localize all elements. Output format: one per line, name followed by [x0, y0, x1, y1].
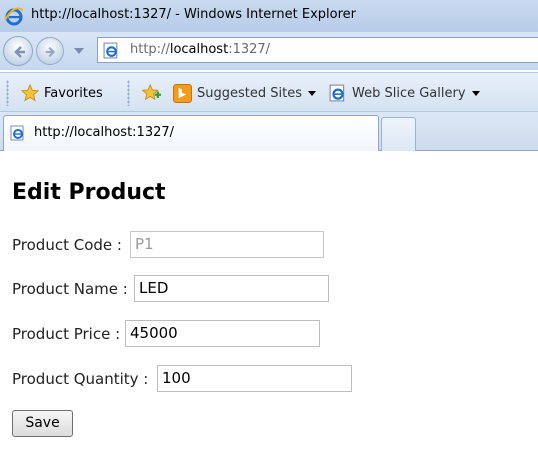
- url-suffix: :1327/: [228, 42, 271, 57]
- toolbar-grip: [6, 80, 9, 106]
- add-to-favorites-button[interactable]: [142, 73, 162, 113]
- suggested-sites-button[interactable]: Suggested Sites: [173, 73, 316, 113]
- web-slice-gallery-button[interactable]: Web Slice Gallery: [329, 73, 480, 113]
- recent-pages-dropdown-icon[interactable]: [74, 48, 84, 54]
- product-code-field: P1: [130, 231, 324, 258]
- dropdown-caret-icon: [307, 90, 316, 96]
- product-quantity-field[interactable]: 100: [157, 365, 352, 392]
- url-host: localhost: [169, 42, 229, 57]
- window-title: http://localhost:1327/ - Windows Interne…: [31, 7, 357, 22]
- new-tab-button[interactable]: [381, 117, 416, 151]
- back-arrow-icon: [14, 46, 25, 58]
- favorites-label: Favorites: [44, 85, 103, 101]
- save-button[interactable]: Save: [12, 410, 73, 437]
- dropdown-caret-icon: [471, 90, 480, 96]
- back-button[interactable]: [3, 36, 33, 66]
- suggested-sites-label: Suggested Sites: [197, 85, 302, 101]
- url-prefix: http://: [130, 42, 170, 57]
- product-quantity-label: Product Quantity :: [12, 370, 149, 388]
- product-name-field[interactable]: LED: [134, 275, 329, 302]
- page-content: Edit Product Product Code : P1 Product N…: [0, 152, 538, 466]
- tab-label: http://localhost:1327/: [34, 125, 175, 140]
- page-icon: [103, 42, 118, 59]
- product-name-label: Product Name :: [12, 280, 128, 298]
- forward-button[interactable]: [36, 37, 64, 65]
- ie-page-icon: [329, 84, 345, 102]
- product-code-label: Product Code :: [12, 236, 122, 254]
- window-titlebar: http://localhost:1327/ - Windows Interne…: [0, 0, 538, 32]
- web-slice-gallery-label: Web Slice Gallery: [352, 85, 466, 101]
- address-url[interactable]: http://localhost:1327/: [130, 42, 270, 57]
- favorites-star-icon: [21, 84, 39, 102]
- tab-localhost[interactable]: http://localhost:1327/: [3, 115, 379, 151]
- page-icon: [10, 125, 24, 141]
- favorites-bar: Favorites Suggested Sites Web Slice Gall…: [0, 72, 538, 112]
- favorites-button[interactable]: Favorites: [21, 73, 103, 113]
- page-title: Edit Product: [12, 180, 166, 205]
- bing-icon: [173, 83, 192, 103]
- tab-strip: http://localhost:1327/: [0, 112, 538, 151]
- favorites-separator: [127, 80, 130, 106]
- forward-arrow-icon: [45, 46, 56, 58]
- ie-logo-icon: [4, 7, 24, 26]
- product-price-label: Product Price :: [12, 325, 121, 343]
- address-bar[interactable]: http://localhost:1327/: [97, 37, 538, 63]
- product-price-field[interactable]: 45000: [125, 320, 320, 347]
- add-to-favorites-icon: [142, 84, 161, 101]
